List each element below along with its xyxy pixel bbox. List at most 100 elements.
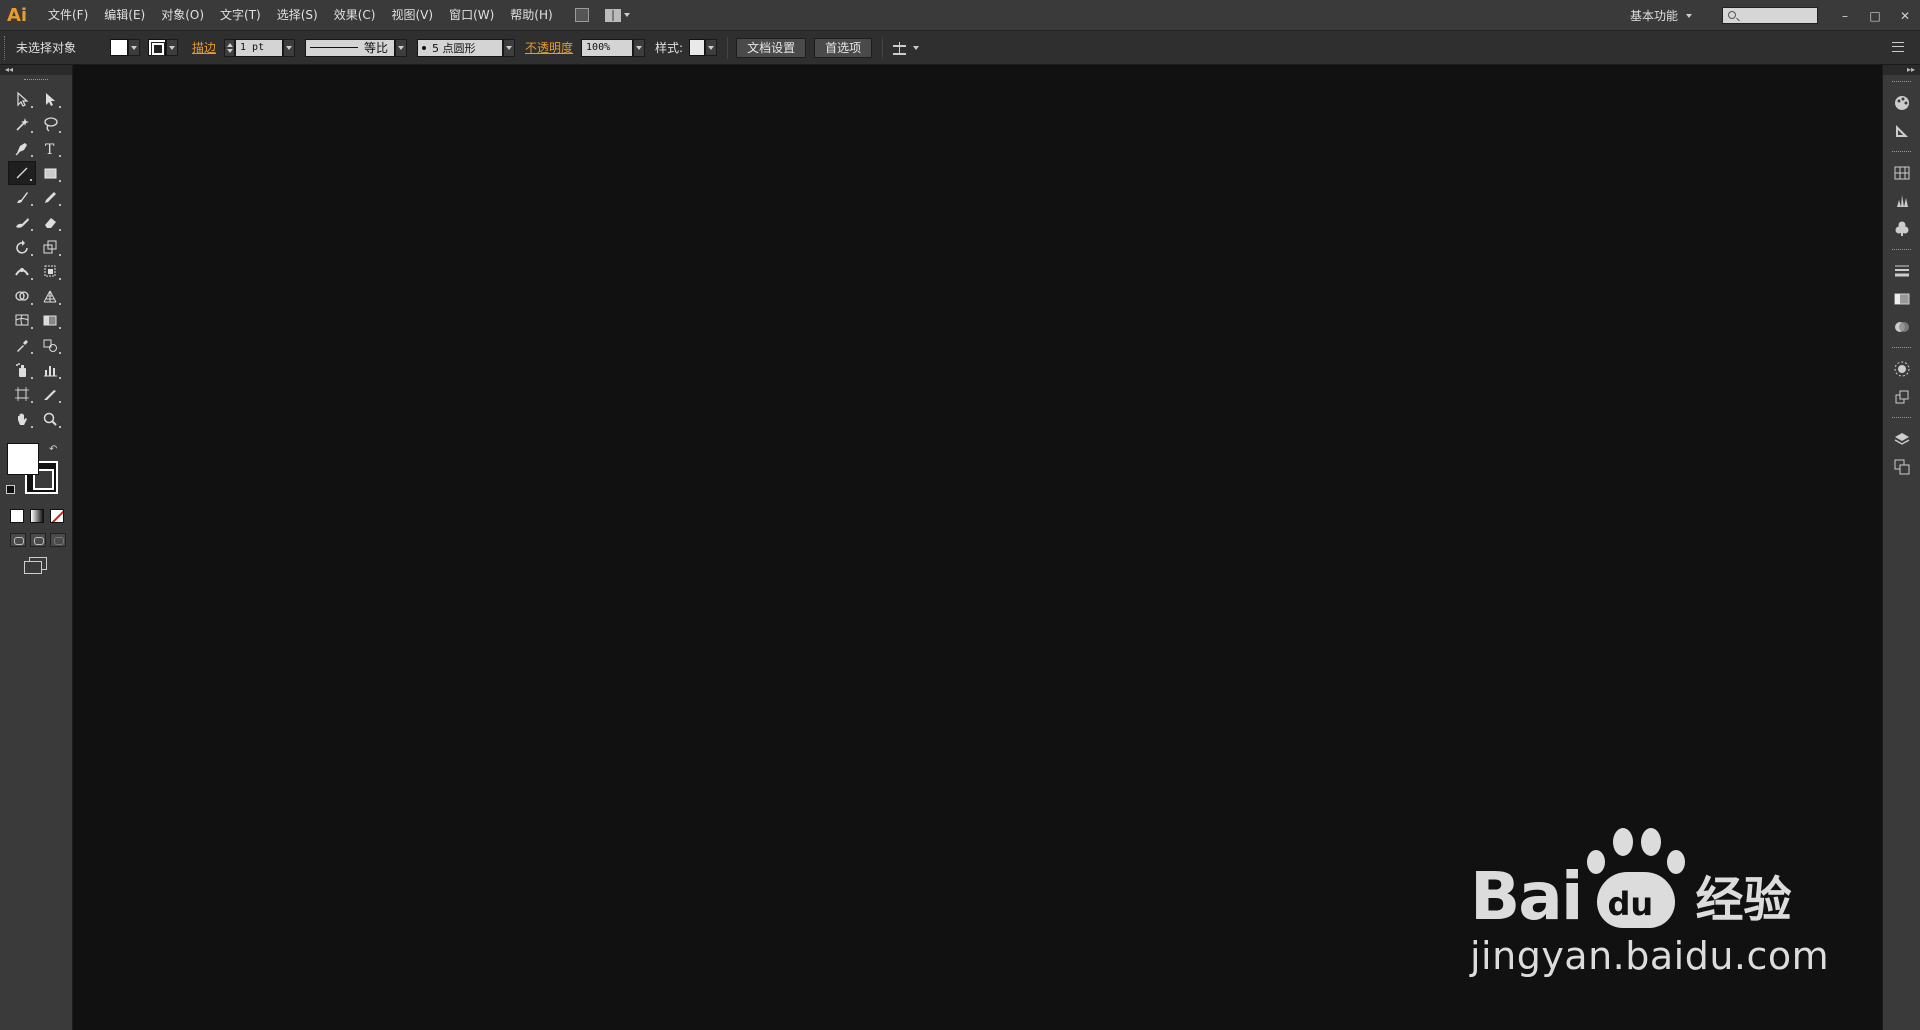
graphic-styles-panel-button[interactable]	[1883, 383, 1920, 411]
scale-tool-button[interactable]	[36, 235, 64, 259]
color-mode-button[interactable]	[10, 509, 24, 524]
opacity-dropdown[interactable]	[633, 38, 646, 57]
draw-inside-button[interactable]	[50, 533, 66, 548]
draw-normal-button[interactable]	[10, 533, 26, 548]
menu-type[interactable]: 文字(T)	[212, 0, 269, 31]
none-mode-button[interactable]	[50, 509, 64, 524]
menu-object[interactable]: 对象(O)	[153, 0, 212, 31]
tools-panel-grip[interactable]	[24, 79, 48, 87]
selection-tool-button[interactable]	[8, 87, 36, 111]
rotate-tool-button[interactable]	[8, 235, 36, 259]
screen-mode-button[interactable]	[24, 557, 47, 575]
pen-tool-button[interactable]	[8, 136, 36, 160]
restore-button[interactable]: □	[1860, 5, 1890, 27]
search-input[interactable]	[1722, 7, 1818, 24]
menu-file[interactable]: 文件(F)	[40, 0, 96, 31]
hand-tool-button[interactable]	[8, 407, 36, 431]
graphic-style-dropdown[interactable]	[705, 39, 718, 56]
rectangle-tool-button[interactable]	[36, 161, 64, 185]
symbols-panel-button[interactable]	[1883, 215, 1920, 243]
dock-group-grip[interactable]	[1892, 347, 1911, 351]
arrange-documents-button[interactable]	[604, 8, 630, 22]
line-segment-tool-button[interactable]	[8, 160, 36, 185]
mesh-tool-button[interactable]	[8, 308, 36, 332]
stroke-weight-field[interactable]: 1 pt	[235, 38, 284, 57]
expand-panels-icon[interactable]: ▸▸	[1907, 66, 1915, 74]
opacity-panel-link[interactable]: 不透明度	[525, 39, 573, 56]
paw-toe	[1587, 850, 1606, 874]
dock-group-grip[interactable]	[1892, 81, 1911, 85]
default-fill-stroke-icon[interactable]	[6, 485, 15, 495]
transparency-panel-button[interactable]	[1883, 313, 1920, 341]
stroke-weight-stepper[interactable]	[224, 38, 236, 57]
dock-group-grip[interactable]	[1892, 417, 1911, 421]
go-to-bridge-button[interactable]	[569, 5, 595, 25]
paw-toe	[1641, 828, 1662, 856]
perspective-grid-tool-button[interactable]	[36, 284, 64, 308]
fill-box[interactable]	[7, 443, 39, 476]
free-transform-tool-button[interactable]	[36, 259, 64, 283]
opacity-field[interactable]: 100%	[581, 38, 634, 57]
column-graph-tool-button[interactable]	[36, 358, 64, 382]
flyout-indicator	[59, 351, 61, 354]
panel-dock-groups	[1883, 81, 1920, 481]
stroke-color-dropdown[interactable]	[148, 39, 178, 56]
stroke-weight-dropdown[interactable]	[283, 38, 296, 57]
swap-fill-stroke-icon[interactable]: ↶	[49, 444, 57, 455]
appearance-panel-button[interactable]	[1883, 355, 1920, 383]
stroke-panel-link[interactable]: 描边	[192, 39, 216, 56]
width-tool-button[interactable]	[8, 259, 36, 283]
minimize-button[interactable]: –	[1830, 5, 1860, 27]
workspace-label: 基本功能	[1629, 9, 1678, 23]
menu-edit[interactable]: 编辑(E)	[96, 0, 153, 31]
type-tool-button[interactable]: T	[36, 136, 64, 160]
variable-width-profile-dropdown[interactable]: 等比	[305, 38, 408, 57]
brush-definition-dropdown[interactable]: 5 点圆形	[417, 38, 516, 57]
menu-help[interactable]: 帮助(H)	[502, 0, 560, 31]
eyedropper-tool-button[interactable]	[8, 333, 36, 357]
panel-menu-icon[interactable]	[1892, 42, 1904, 52]
collapse-icon[interactable]: ◂◂	[5, 66, 13, 74]
lasso-tool-button[interactable]	[36, 112, 64, 136]
color-guide-panel-button[interactable]	[1883, 117, 1920, 145]
graphic-style-swatch[interactable]	[689, 39, 706, 56]
pencil-tool-button[interactable]	[36, 185, 64, 209]
gradient-panel-button[interactable]	[1883, 285, 1920, 313]
control-bar-grip[interactable]	[4, 35, 8, 60]
menu-select[interactable]: 选择(S)	[269, 0, 326, 31]
brushes-panel-button[interactable]	[1883, 187, 1920, 215]
fill-color-dropdown[interactable]	[110, 39, 140, 56]
eraser-tool-button[interactable]	[36, 210, 64, 234]
direct-selection-tool-button[interactable]	[36, 87, 64, 111]
dock-group-grip[interactable]	[1892, 151, 1911, 155]
gradient-tool-button[interactable]	[36, 308, 64, 332]
zoom-tool-button[interactable]	[36, 407, 64, 431]
shape-builder-tool-button[interactable]	[8, 284, 36, 308]
stroke-panel-button[interactable]	[1883, 257, 1920, 285]
artboard-tool-button[interactable]	[8, 382, 36, 406]
preferences-button[interactable]: 首选项	[814, 37, 873, 58]
menu-view[interactable]: 视图(V)	[383, 0, 441, 31]
workspace-switcher[interactable]: 基本功能	[1630, 7, 1692, 24]
gradient-mode-button[interactable]	[30, 509, 44, 524]
slice-tool-button[interactable]	[36, 382, 64, 406]
blend-tool-button[interactable]	[36, 333, 64, 357]
blob-brush-tool-button[interactable]	[8, 210, 36, 234]
paintbrush-tool-button[interactable]	[8, 185, 36, 209]
artboards-panel-button[interactable]	[1883, 453, 1920, 481]
menu-window[interactable]: 窗口(W)	[441, 0, 502, 31]
align-options-button[interactable]	[893, 41, 920, 55]
brush-definition-field: 5 点圆形	[417, 38, 504, 57]
panel-dock-header[interactable]: ▸▸	[1883, 65, 1920, 75]
document-setup-button[interactable]: 文档设置	[736, 37, 807, 58]
layers-panel-button[interactable]	[1883, 425, 1920, 453]
magic-wand-tool-button[interactable]	[8, 112, 36, 136]
swatches-panel-button[interactable]	[1883, 159, 1920, 187]
menu-effect[interactable]: 效果(C)	[326, 0, 384, 31]
color-panel-button[interactable]	[1883, 89, 1920, 117]
draw-behind-button[interactable]	[30, 533, 46, 548]
close-button[interactable]: ✕	[1890, 5, 1920, 27]
symbol-sprayer-tool-button[interactable]	[8, 358, 36, 382]
tools-panel-header[interactable]: ◂◂	[0, 65, 72, 75]
dock-group-grip[interactable]	[1892, 249, 1911, 253]
